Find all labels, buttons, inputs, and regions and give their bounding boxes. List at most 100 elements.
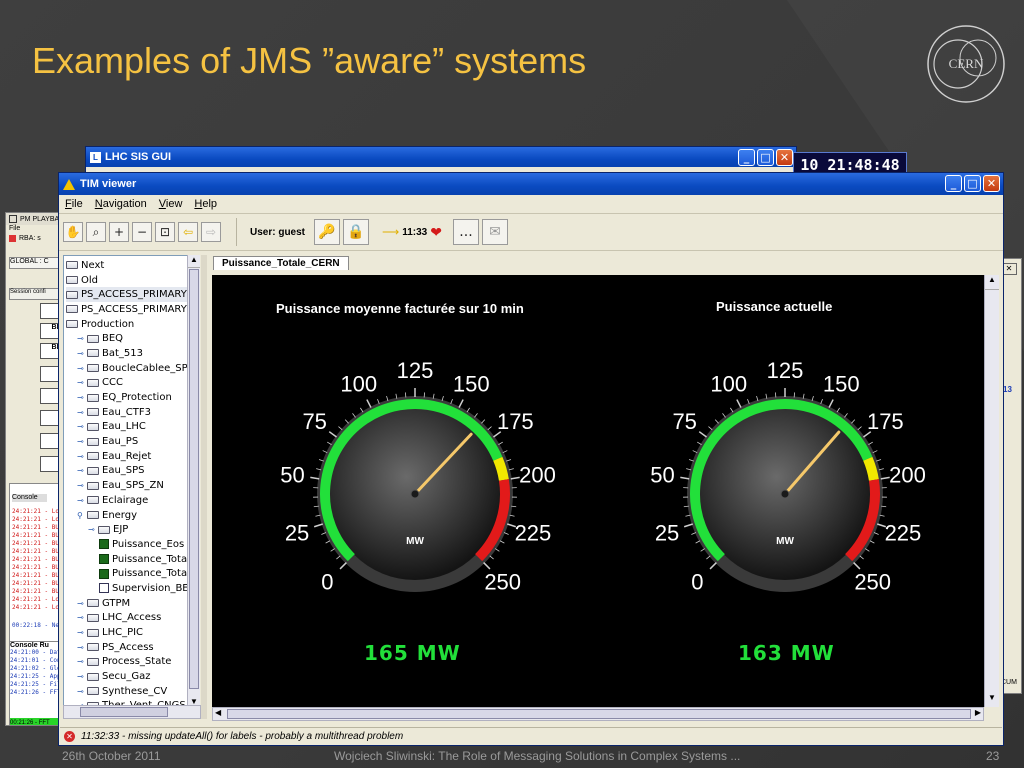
tree-item[interactable]: ⊸ EQ_Protection (66, 390, 190, 405)
tree-item[interactable]: Supervision_BE (66, 581, 190, 596)
tree-item[interactable]: ⊸ Eclairage (66, 493, 190, 508)
tree-item[interactable]: ⊸ Eau_SPS (66, 464, 190, 479)
maximize-button[interactable]: □ (964, 175, 981, 192)
collapsed-toggle-icon[interactable]: ⊸ (77, 599, 87, 608)
gauge-tick-label: 0 (691, 570, 703, 595)
collapsed-toggle-icon[interactable]: ⊸ (77, 334, 87, 343)
tree-item[interactable]: ⊸ Eau_CTF3 (66, 405, 190, 420)
collapsed-toggle-icon[interactable]: ⊸ (77, 437, 87, 446)
tree-item[interactable]: ⊸ EJP (66, 522, 190, 537)
tree-hscrollbar[interactable] (63, 705, 201, 719)
collapsed-toggle-icon[interactable]: ⊸ (77, 393, 87, 402)
tree-item[interactable]: ⊸ LHC_PIC (66, 625, 190, 640)
folder-icon (87, 334, 99, 343)
tree-item-label: Eau_SPS (102, 465, 145, 477)
pan-hand-icon[interactable]: ✋ (63, 222, 83, 242)
tree-item[interactable]: ⊸ Bat_513 (66, 346, 190, 361)
tree-item[interactable]: Next (66, 258, 190, 273)
mail-icon[interactable]: ✉ (481, 219, 508, 245)
collapsed-toggle-icon[interactable]: ⊸ (77, 687, 87, 696)
folder-icon (87, 349, 99, 358)
tree-item[interactable]: PS_ACCESS_PRIMARY (66, 302, 190, 317)
folder-icon (87, 481, 99, 490)
tree-item[interactable]: Puissance_Tota (66, 566, 190, 581)
dashboard-vscrollbar[interactable]: ▲ ▼ (984, 275, 999, 707)
collapsed-toggle-icon[interactable]: ⊸ (77, 481, 87, 490)
collapsed-toggle-icon[interactable]: ⊸ (77, 628, 87, 637)
heartbeat-icon: ❤ (430, 223, 442, 240)
tree-item[interactable]: ⊸ BoucleCablee_SPS (66, 361, 190, 376)
close-button[interactable]: ✕ (983, 175, 1000, 192)
run-tab[interactable]: Ru (40, 642, 49, 649)
menu-view[interactable]: View (159, 198, 183, 210)
collapsed-toggle-icon[interactable]: ⊸ (77, 496, 87, 505)
tree-item[interactable]: Old (66, 273, 190, 288)
tree-item[interactable]: ⊸ BEQ (66, 331, 190, 346)
tree-item[interactable]: ⚲ Energy (66, 508, 190, 523)
collapsed-toggle-icon[interactable]: ⊸ (77, 422, 87, 431)
slide-title: Examples of JMS ”aware” systems (32, 40, 587, 81)
menu-file[interactable]: File (65, 198, 83, 210)
collapsed-toggle-icon[interactable]: ⊸ (77, 643, 87, 652)
tree-item[interactable]: ⊸ LHC_Access (66, 611, 190, 626)
collapsed-toggle-icon[interactable]: ⊸ (88, 525, 98, 534)
menu-navigation[interactable]: Navigation (95, 198, 147, 210)
folder-icon (66, 290, 78, 299)
tree-item[interactable]: ⊸ PS_Access (66, 640, 190, 655)
maximize-button[interactable]: □ (757, 149, 774, 166)
tree-item[interactable]: ⊸ Eau_PS (66, 434, 190, 449)
console-tab-2[interactable]: Console (10, 642, 38, 649)
gauge-tick (502, 450, 508, 454)
collapsed-toggle-icon[interactable]: ⊸ (77, 466, 87, 475)
tree-item[interactable]: ⊸ Secu_Gaz (66, 669, 190, 684)
gauge-tick-label: 150 (823, 372, 860, 397)
tree-item[interactable]: ⊸ Synthese_CV (66, 684, 190, 699)
collapsed-toggle-icon[interactable]: ⊸ (77, 408, 87, 417)
folder-icon (87, 364, 99, 373)
tree-item[interactable]: Production (66, 317, 190, 332)
login-key-icon[interactable]: 🔑 (314, 219, 341, 245)
more-button[interactable]: ... (452, 219, 479, 245)
tree-item-label: Process_State (102, 656, 172, 668)
fit-view-icon[interactable]: ⊡ (155, 222, 175, 242)
gauge-tick (730, 407, 734, 413)
collapsed-toggle-icon[interactable]: ⊸ (77, 452, 87, 461)
forward-arrow-icon[interactable]: ⇨ (201, 222, 221, 242)
collapsed-toggle-icon[interactable]: ⊸ (77, 378, 87, 387)
zoom-out-icon[interactable]: − (132, 222, 152, 242)
minimize-button[interactable]: _ (738, 149, 755, 166)
zoom-area-icon[interactable]: ⌕ (86, 222, 106, 242)
console-tab[interactable]: Console (12, 494, 47, 502)
expanded-toggle-icon[interactable]: ⚲ (77, 511, 87, 520)
collapsed-toggle-icon[interactable]: ⊸ (77, 672, 87, 681)
close-button[interactable]: ✕ (776, 149, 793, 166)
folder-icon (87, 452, 99, 461)
lock-icon[interactable]: 🔒 (343, 219, 370, 245)
tree-item-label: LHC_Access (102, 612, 162, 624)
tree-item[interactable]: ⊸ Eau_SPS_ZN (66, 478, 190, 493)
collapsed-toggle-icon[interactable]: ⊸ (77, 613, 87, 622)
tree-item[interactable]: ⊸ Eau_LHC (66, 420, 190, 435)
tree-item[interactable]: ⊸ Process_State (66, 655, 190, 670)
minimize-button[interactable]: _ (945, 175, 962, 192)
tree-item[interactable]: Puissance_Eos (66, 537, 190, 552)
tree-scrollbar[interactable]: ▲ ▼ (187, 255, 200, 709)
collapsed-toggle-icon[interactable]: ⊸ (77, 364, 87, 373)
tab-puissance-totale[interactable]: Puissance_Totale_CERN (213, 256, 349, 270)
collapsed-toggle-icon[interactable]: ⊸ (77, 349, 87, 358)
tree-item[interactable]: Puissance_Tota (66, 552, 190, 567)
tree-item[interactable]: ⊸ Eau_Rejet (66, 449, 190, 464)
tree-item[interactable]: PS_ACCESS_PRIMARY (66, 287, 190, 303)
gauge-tick-label: 0 (321, 570, 333, 595)
collapsed-toggle-icon[interactable]: ⊸ (77, 657, 87, 666)
tree-item-label: Energy (102, 509, 138, 521)
dashboard-hscrollbar[interactable]: ◀ ▶ (212, 707, 984, 721)
back-arrow-icon[interactable]: ⇦ (178, 222, 198, 242)
zoom-in-icon[interactable]: + (109, 222, 129, 242)
gauge-tick (503, 532, 509, 535)
window-title: LHC SIS GUI (105, 151, 172, 163)
tree-item[interactable]: ⊸ GTPM (66, 596, 190, 611)
tree-item[interactable]: ⊸ CCC (66, 376, 190, 391)
tree-item-label: Production (81, 318, 135, 330)
menu-help[interactable]: Help (194, 198, 217, 210)
